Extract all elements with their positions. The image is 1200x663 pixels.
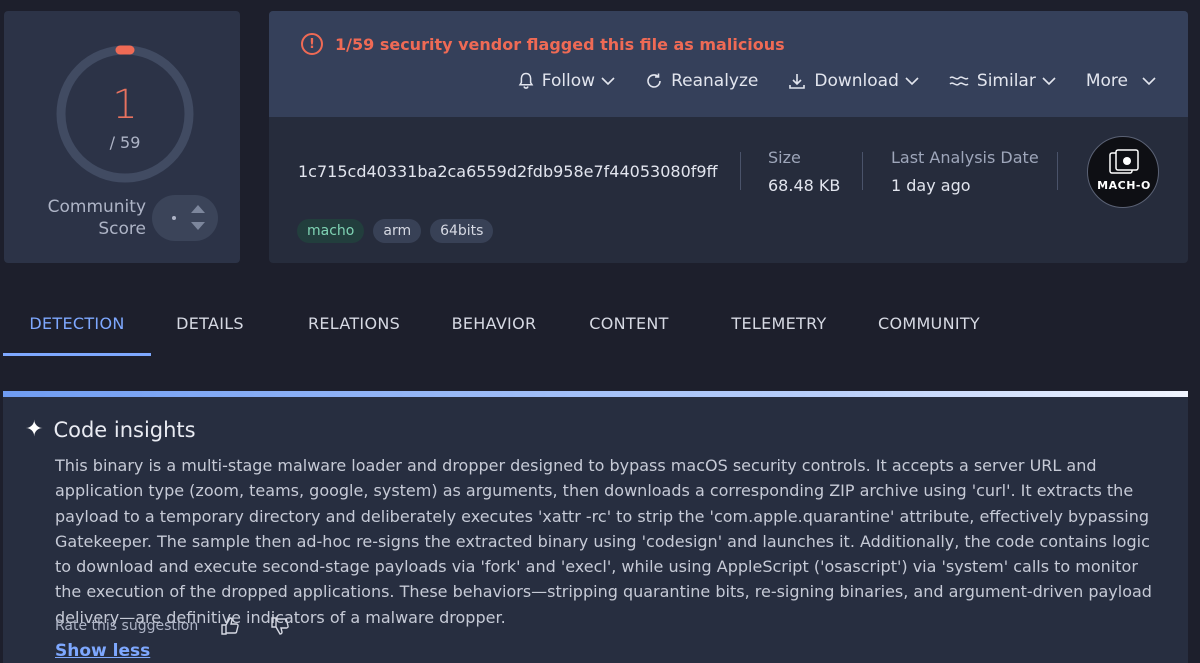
chevron-down-icon [601,76,615,86]
more-button[interactable]: More [1086,71,1156,91]
report-tabs: DETECTION DETAILS RELATIONS BEHAVIOR CON… [3,302,1009,356]
file-actions: Follow Reanalyze Download Similar More [488,71,1156,91]
tab-community[interactable]: COMMUNITY [849,302,1009,356]
similar-label: Similar [976,71,1036,91]
tab-telemetry[interactable]: TELEMETRY [709,302,849,356]
code-insights-panel: ✦ Code insights This binary is a multi-s… [3,391,1188,663]
tab-behavior[interactable]: BEHAVIOR [439,302,549,356]
engines-total: / 59 [109,133,141,152]
tab-content[interactable]: CONTENT [549,302,709,356]
tab-relations[interactable]: RELATIONS [269,302,439,356]
show-less-link[interactable]: Show less [55,641,150,661]
community-vote-control[interactable] [152,195,218,241]
file-summary-card: ! 1/59 security vendor flagged this file… [269,11,1188,263]
reanalyze-button[interactable]: Reanalyze [645,71,758,91]
file-tags: macho arm 64bits [297,219,494,243]
malicious-alert: ! 1/59 security vendor flagged this file… [301,33,785,55]
tab-details[interactable]: DETAILS [151,302,269,356]
similar-button[interactable]: Similar [949,71,1056,91]
thumbs-down-icon[interactable] [270,616,290,636]
divider [862,152,863,190]
chevron-down-icon [1042,76,1056,86]
tag[interactable]: 64bits [430,219,494,243]
download-label: Download [814,71,899,91]
size-label: Size [768,148,801,167]
thumbs-up-icon[interactable] [220,616,240,636]
file-header: ! 1/59 security vendor flagged this file… [269,11,1188,117]
insights-title: Code insights [53,417,196,442]
insights-heading: ✦ Code insights [25,417,196,442]
rate-label: Rate this suggestion [55,618,199,634]
insights-text: This binary is a multi-stage malware loa… [55,456,1152,627]
similar-icon [949,74,969,88]
bell-icon [518,72,534,90]
tab-detection[interactable]: DETECTION [3,302,151,356]
community-score-label: Community Score [47,197,146,239]
more-label: More [1085,71,1128,91]
filetype-label: MACH-O [1097,179,1151,192]
filetype-badge: MACH-O [1087,136,1159,208]
download-button[interactable]: Download [788,71,919,91]
community-score-card: 1 / 59 Community Score [4,11,240,263]
chevron-down-icon [1142,76,1156,86]
reanalyze-label: Reanalyze [671,71,759,91]
tag[interactable]: arm [373,219,422,243]
size-value: 68.48 KB [768,176,841,195]
divider [1057,152,1058,190]
tag[interactable]: macho [297,219,365,243]
alert-text: 1/59 security vendor flagged this file a… [335,34,785,54]
upvote-icon[interactable] [191,205,205,213]
rate-suggestion: Rate this suggestion [55,616,290,636]
follow-label: Follow [541,71,596,91]
refresh-icon [645,72,663,90]
downvote-icon[interactable] [191,222,205,230]
detection-count: 1 [112,82,138,128]
last-analysis-value: 1 day ago [891,176,971,195]
alert-icon: ! [301,33,323,55]
file-hash[interactable]: 1c715cd40331ba2ca6559d2fdb958e7f44053080… [298,162,718,181]
insights-accent-bar [3,391,1188,397]
follow-button[interactable]: Follow [518,71,615,91]
download-icon [788,72,806,90]
divider [740,152,741,190]
last-analysis-label: Last Analysis Date [891,148,1039,167]
chevron-down-icon [905,76,919,86]
mach-o-icon [1109,149,1139,174]
sparkle-icon: ✦ [25,417,44,442]
score-dot [172,216,176,220]
